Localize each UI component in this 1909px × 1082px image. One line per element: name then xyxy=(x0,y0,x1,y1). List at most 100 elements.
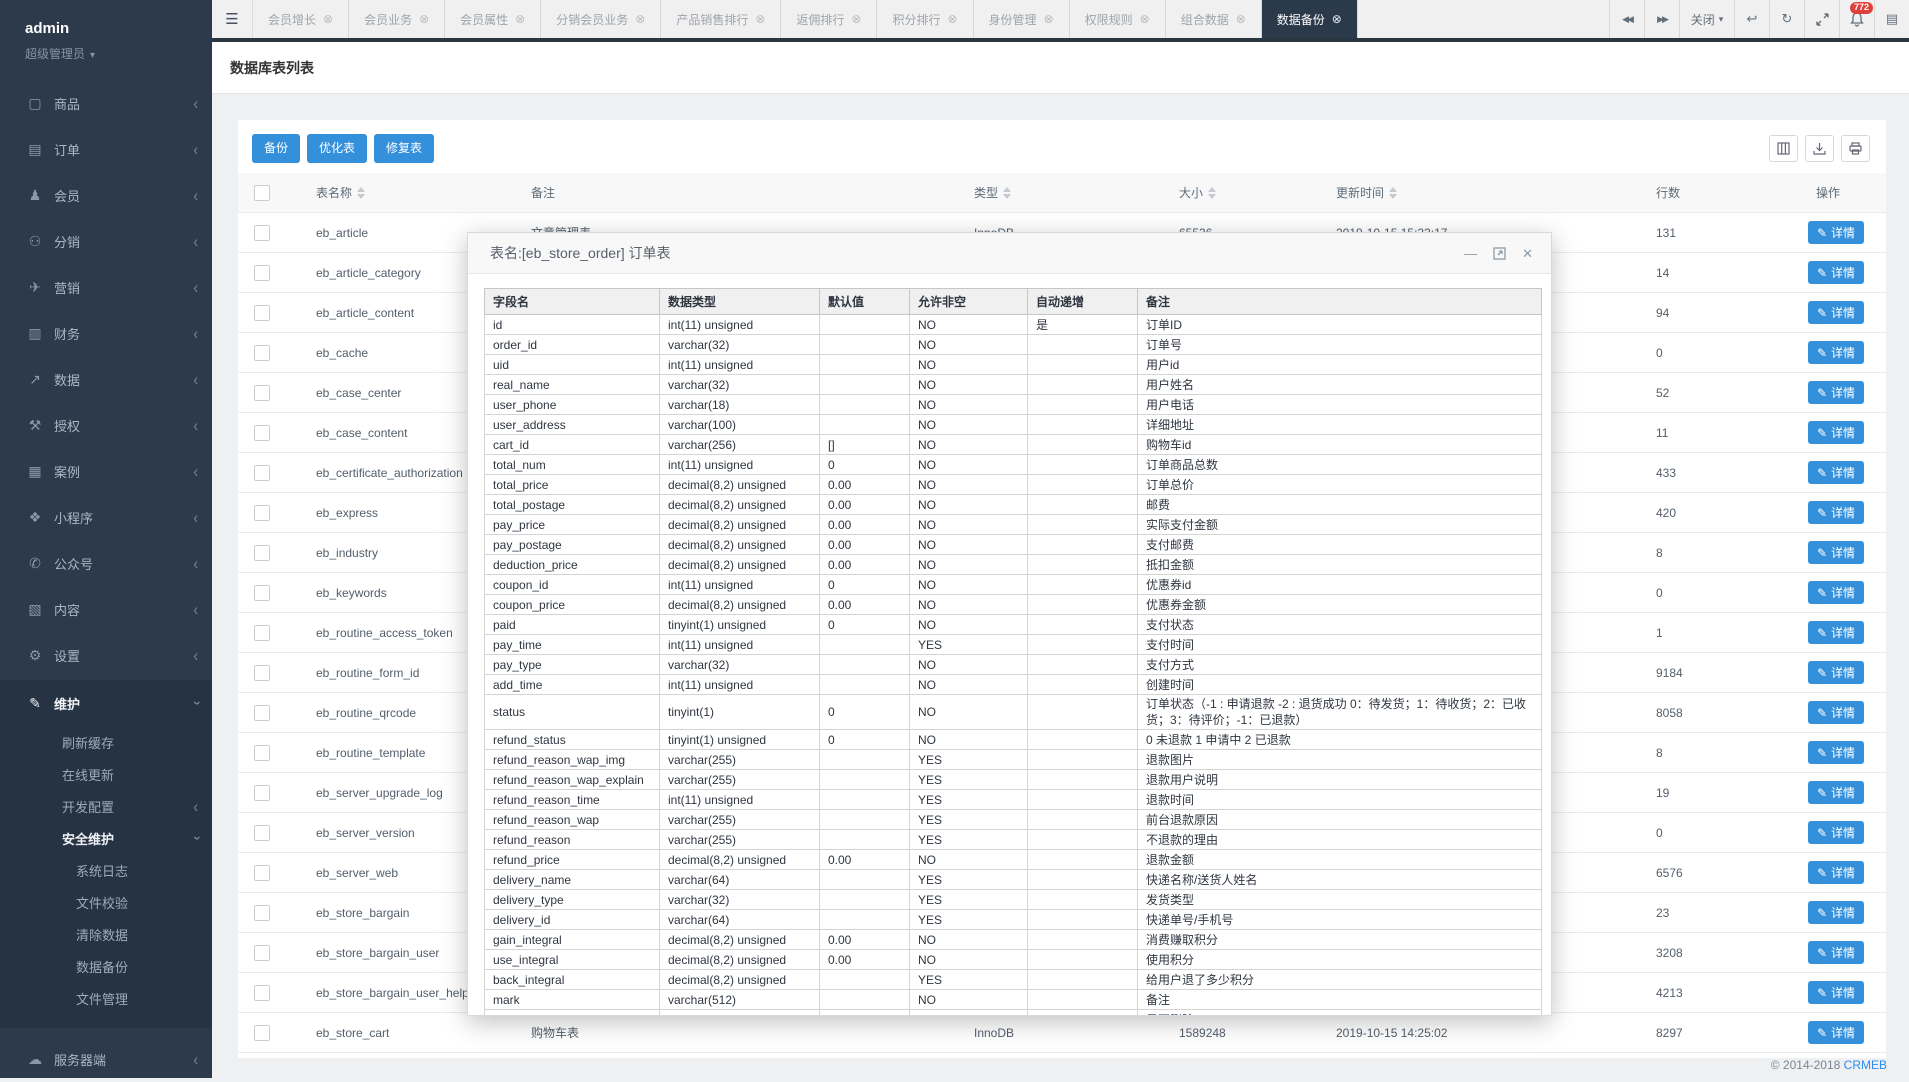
sidebar-item-finance[interactable]: ▥ 财务 ‹ xyxy=(0,310,212,356)
sidebar-item-file-check[interactable]: 文件校验 xyxy=(0,886,212,918)
close-modal-button[interactable]: ✕ xyxy=(1522,247,1533,260)
row-checkbox[interactable] xyxy=(254,865,270,881)
nav-tab[interactable]: 数据备份 ⊗ xyxy=(1262,0,1358,38)
close-tab-icon[interactable]: ⊗ xyxy=(419,12,429,26)
sidebar-item-miniprogram[interactable]: ❖ 小程序 ‹ xyxy=(0,494,212,540)
row-checkbox[interactable] xyxy=(254,545,270,561)
close-tab-icon[interactable]: ⊗ xyxy=(1044,12,1054,26)
detail-button[interactable]: ✎详情 xyxy=(1808,341,1864,364)
detail-button[interactable]: ✎详情 xyxy=(1808,781,1864,804)
row-checkbox[interactable] xyxy=(254,265,270,281)
message-list-button[interactable]: ▤ xyxy=(1874,0,1909,38)
sidebar-item-official-account[interactable]: ✆ 公众号 ‹ xyxy=(0,540,212,586)
detail-button[interactable]: ✎详情 xyxy=(1808,421,1864,444)
sidebar-item-orders[interactable]: ▤ 订单 ‹ xyxy=(0,126,212,172)
close-tab-icon[interactable]: ⊗ xyxy=(635,12,645,26)
sidebar-item-maintain[interactable]: ✎ 维护 ‹ xyxy=(0,680,212,726)
row-checkbox[interactable] xyxy=(254,465,270,481)
detail-button[interactable]: ✎详情 xyxy=(1808,541,1864,564)
sidebar-item-dev-config[interactable]: 开发配置 ‹ xyxy=(0,790,212,822)
detail-button[interactable]: ✎详情 xyxy=(1808,261,1864,284)
detail-button[interactable]: ✎详情 xyxy=(1808,1021,1864,1044)
print-button[interactable] xyxy=(1841,135,1870,162)
sidebar-item-system-log[interactable]: 系统日志 xyxy=(0,854,212,886)
row-checkbox[interactable] xyxy=(254,945,270,961)
sidebar-item-file-manage[interactable]: 文件管理 xyxy=(0,982,212,1014)
nav-tab[interactable]: 产品销售排行 ⊗ xyxy=(661,0,781,38)
user-role-dropdown[interactable]: 超级管理员▾ xyxy=(25,45,212,62)
fullscreen-button[interactable] xyxy=(1804,0,1839,38)
detail-button[interactable]: ✎详情 xyxy=(1808,861,1864,884)
detail-button[interactable]: ✎详情 xyxy=(1808,381,1864,404)
close-tab-icon[interactable]: ⊗ xyxy=(1140,12,1150,26)
nav-tab[interactable]: 身份管理 ⊗ xyxy=(974,0,1070,38)
close-tab-icon[interactable]: ⊗ xyxy=(755,12,765,26)
detail-button[interactable]: ✎详情 xyxy=(1808,701,1864,724)
close-tab-icon[interactable]: ⊗ xyxy=(323,12,333,26)
brand-link[interactable]: CRMEB xyxy=(1844,1058,1887,1072)
detail-button[interactable]: ✎详情 xyxy=(1808,741,1864,764)
detail-button[interactable]: ✎详情 xyxy=(1808,301,1864,324)
sidebar-item-data-backup[interactable]: 数据备份 xyxy=(0,950,212,982)
close-tab-icon[interactable]: ⊗ xyxy=(947,12,957,26)
row-checkbox[interactable] xyxy=(254,745,270,761)
sidebar-item-security-maintain[interactable]: 安全维护 ‹ xyxy=(0,822,212,854)
close-tab-icon[interactable]: ⊗ xyxy=(1332,12,1342,26)
detail-button[interactable]: ✎详情 xyxy=(1808,941,1864,964)
row-checkbox[interactable] xyxy=(254,425,270,441)
row-checkbox[interactable] xyxy=(254,905,270,921)
scroll-tabs-left-button[interactable]: ◀◀ xyxy=(1609,0,1644,38)
sidebar-item-authorization[interactable]: ⚒ 授权 ‹ xyxy=(0,402,212,448)
row-checkbox[interactable] xyxy=(254,385,270,401)
sort-icon[interactable] xyxy=(357,187,365,199)
optimize-table-button[interactable]: 优化表 xyxy=(307,134,367,163)
sidebar-item-cases[interactable]: ▦ 案例 ‹ xyxy=(0,448,212,494)
row-checkbox[interactable] xyxy=(254,665,270,681)
repair-table-button[interactable]: 修复表 xyxy=(374,134,434,163)
nav-tab[interactable]: 分销会员业务 ⊗ xyxy=(541,0,661,38)
column-header-size[interactable]: 大小 xyxy=(1163,173,1320,213)
sidebar-item-goods[interactable]: ▢ 商品 ‹ xyxy=(0,80,212,126)
nav-tab[interactable]: 组合数据 ⊗ xyxy=(1166,0,1262,38)
row-checkbox[interactable] xyxy=(254,985,270,1001)
sidebar-item-marketing[interactable]: ✈ 营销 ‹ xyxy=(0,264,212,310)
sidebar-item-content[interactable]: ▧ 内容 ‹ xyxy=(0,586,212,632)
row-checkbox[interactable] xyxy=(254,705,270,721)
nav-tab[interactable]: 权限规则 ⊗ xyxy=(1070,0,1166,38)
sidebar-item-members[interactable]: ♟ 会员 ‹ xyxy=(0,172,212,218)
column-header-type[interactable]: 类型 xyxy=(958,173,1163,213)
detail-button[interactable]: ✎详情 xyxy=(1808,581,1864,604)
detail-button[interactable]: ✎详情 xyxy=(1808,501,1864,524)
back-button[interactable]: ↩ xyxy=(1734,0,1769,38)
notifications-button[interactable]: 772 xyxy=(1839,0,1874,38)
select-all-checkbox[interactable] xyxy=(254,185,270,201)
row-checkbox[interactable] xyxy=(254,505,270,521)
column-header-name[interactable]: 表名称 xyxy=(300,173,515,213)
row-checkbox[interactable] xyxy=(254,305,270,321)
sidebar-item-online-update[interactable]: 在线更新 xyxy=(0,758,212,790)
sidebar-item-distribution[interactable]: ⚇ 分销 ‹ xyxy=(0,218,212,264)
row-checkbox[interactable] xyxy=(254,345,270,361)
detail-button[interactable]: ✎详情 xyxy=(1808,901,1864,924)
row-checkbox[interactable] xyxy=(254,225,270,241)
sidebar-item-server[interactable]: ☁ 服务器端 ‹ xyxy=(0,1036,212,1082)
collapse-sidebar-button[interactable]: ☰ xyxy=(212,0,253,38)
sidebar-item-clear-data[interactable]: 清除数据 xyxy=(0,918,212,950)
row-checkbox[interactable] xyxy=(254,825,270,841)
detail-button[interactable]: ✎详情 xyxy=(1808,821,1864,844)
nav-tab[interactable]: 会员业务 ⊗ xyxy=(349,0,445,38)
sidebar-item-refresh-cache[interactable]: 刷新缓存 xyxy=(0,726,212,758)
nav-tab[interactable]: 返佣排行 ⊗ xyxy=(781,0,877,38)
detail-button[interactable]: ✎详情 xyxy=(1808,661,1864,684)
close-tab-icon[interactable]: ⊗ xyxy=(1236,12,1246,26)
column-settings-button[interactable] xyxy=(1769,135,1798,162)
backup-button[interactable]: 备份 xyxy=(252,134,300,163)
close-tab-icon[interactable]: ⊗ xyxy=(851,12,861,26)
sidebar-item-settings[interactable]: ⚙ 设置 ‹ xyxy=(0,632,212,678)
maximize-button[interactable] xyxy=(1493,247,1506,260)
scroll-tabs-right-button[interactable]: ▶▶ xyxy=(1644,0,1679,38)
row-checkbox[interactable] xyxy=(254,1025,270,1041)
row-checkbox[interactable] xyxy=(254,785,270,801)
sort-icon[interactable] xyxy=(1003,187,1011,199)
row-checkbox[interactable] xyxy=(254,625,270,641)
